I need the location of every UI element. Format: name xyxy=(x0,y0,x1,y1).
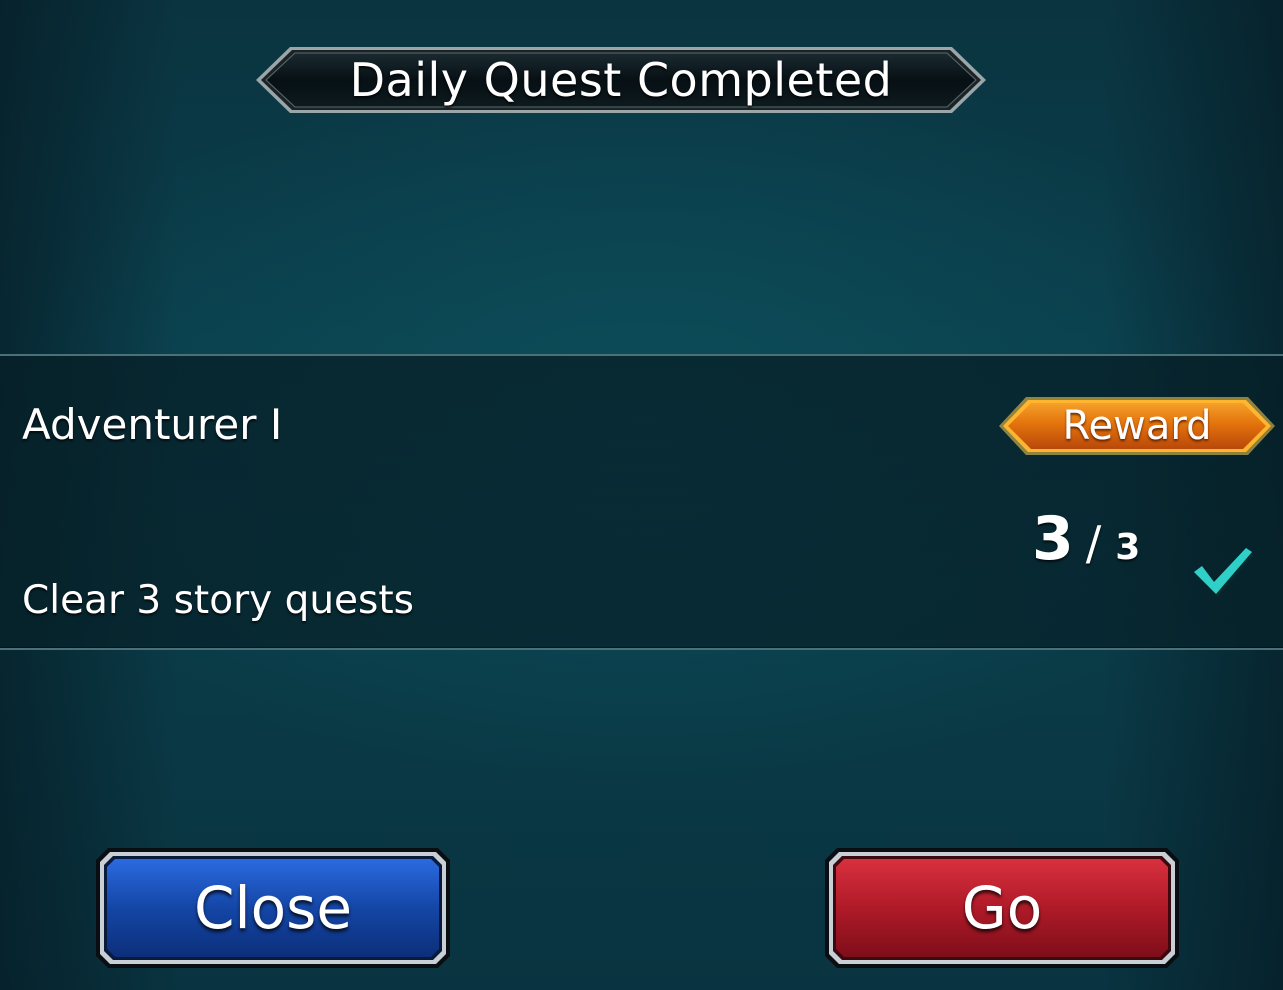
quest-description: Clear 3 story quests xyxy=(22,578,414,623)
page-title: Daily Quest Completed xyxy=(349,53,893,107)
reward-button[interactable]: Reward xyxy=(996,394,1278,458)
close-button-label: Close xyxy=(194,874,352,942)
progress-total: 3 xyxy=(1115,527,1141,568)
progress-separator: / xyxy=(1085,516,1102,570)
progress-current: 3 xyxy=(1032,504,1074,574)
quest-row: Adventurer I Reward 3 / 3 Clear 3 story … xyxy=(0,354,1283,650)
go-button-label: Go xyxy=(961,874,1043,942)
reward-label: Reward xyxy=(1062,403,1212,449)
close-button[interactable]: Close xyxy=(94,846,452,970)
quest-progress: 3 / 3 xyxy=(1032,504,1140,574)
quest-name: Adventurer I xyxy=(22,400,283,449)
checkmark-icon xyxy=(1194,548,1254,597)
title-banner: Daily Quest Completed xyxy=(252,44,990,116)
go-button[interactable]: Go xyxy=(823,846,1181,970)
